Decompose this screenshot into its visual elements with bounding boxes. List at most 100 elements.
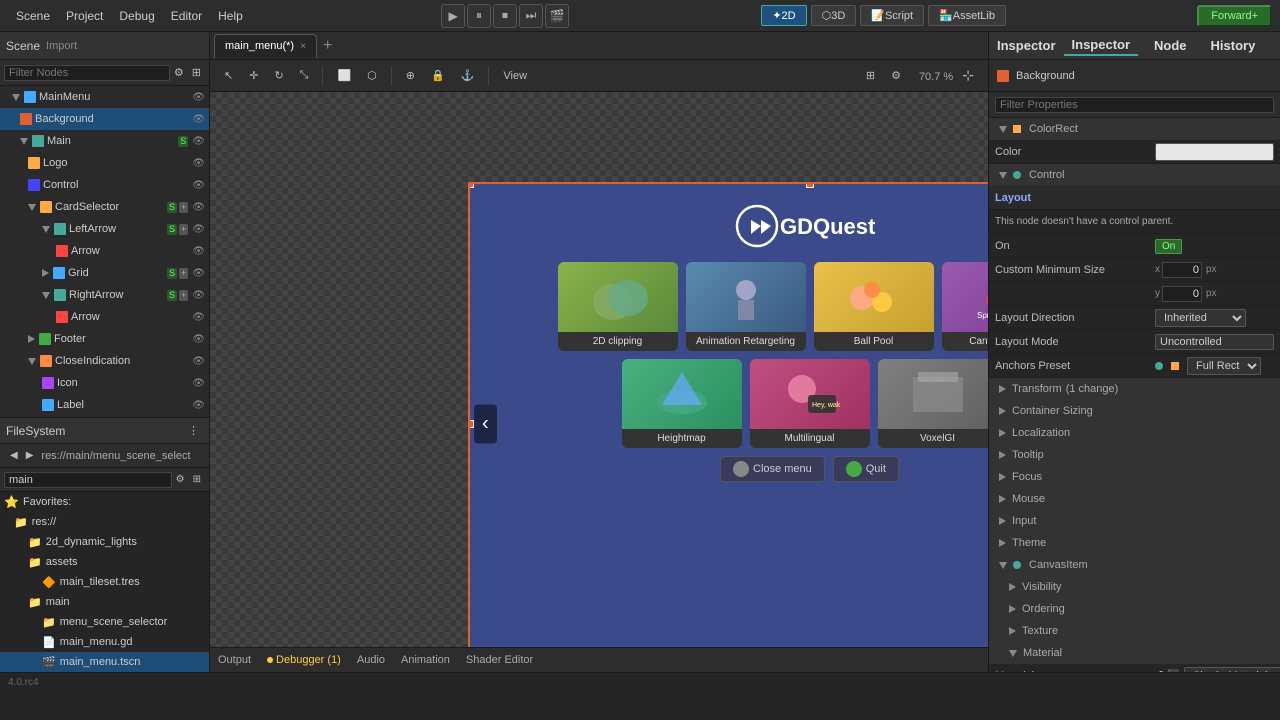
fs-filter-input[interactable] [4, 472, 172, 488]
quit-button[interactable]: Quit [833, 456, 899, 482]
mode-2d[interactable]: ✦2D [761, 5, 806, 26]
mode-assetlib[interactable]: 🏪AssetLib [928, 5, 1006, 26]
tool-move[interactable]: ✛ [243, 67, 264, 84]
min-size-y-input[interactable] [1162, 286, 1202, 302]
section-colorrect[interactable]: ColorRect [989, 118, 1280, 140]
settings-button[interactable]: ⚙ [885, 67, 907, 84]
fs-item-main-tscn[interactable]: 🎬 main_menu.tscn [0, 652, 209, 672]
filter-nodes-input[interactable] [4, 65, 170, 81]
tree-item-cardselector[interactable]: CardSelector S + 👁 [0, 196, 209, 218]
menu-editor[interactable]: Editor [163, 9, 210, 23]
tree-item-rightarrow[interactable]: RightArrow S + 👁 [0, 284, 209, 306]
card-ball-pool[interactable]: Ball Pool [814, 262, 934, 351]
layout-direction-select[interactable]: Inherited Locale Left-to-Right Right-to-… [1155, 309, 1246, 327]
fs-view-toggle[interactable]: ⊞ [189, 472, 205, 487]
tree-item-icon[interactable]: Icon 👁 [0, 372, 209, 394]
tool-lock[interactable]: 🔒 [425, 67, 451, 84]
viewport-canvas[interactable]: GDQuest 2D clipping [210, 92, 988, 647]
tab-debugger[interactable]: Debugger (1) [267, 654, 341, 666]
mode-3d[interactable]: ⬡3D [811, 5, 857, 26]
fs-item-assets[interactable]: 📁 assets [0, 552, 209, 572]
card-multilingual[interactable]: Hey, wake up! Multilingual [750, 359, 870, 448]
tree-item-closeindication[interactable]: CloseIndication 👁 [0, 350, 209, 372]
section-localization[interactable]: Localization [989, 422, 1280, 444]
filter-expand-button[interactable]: ⊞ [188, 64, 205, 81]
tab-main-menu[interactable]: main_menu(*) × [214, 34, 317, 58]
tree-item-quite[interactable]: QuiteIndia... 👁 [0, 416, 209, 417]
tool-pivot[interactable]: ⊕ [400, 67, 421, 84]
section-mouse[interactable]: Mouse [989, 488, 1280, 510]
fs-item-menu-selector[interactable]: 📁 menu_scene_selector [0, 612, 209, 632]
add-tab-button[interactable]: + [317, 37, 338, 55]
fs-item-res[interactable]: 📁 res:// [0, 512, 209, 532]
tree-item-logo[interactable]: Logo 👁 [0, 152, 209, 174]
fs-item-main-gd[interactable]: 📄 main_menu.gd [0, 632, 209, 652]
handle-ml[interactable] [468, 420, 474, 428]
close-menu-button[interactable]: Close menu [720, 456, 825, 482]
section-theme[interactable]: Theme [989, 532, 1280, 554]
tab-audio[interactable]: Audio [357, 654, 385, 666]
tree-item-main[interactable]: Main S 👁 [0, 130, 209, 152]
tab-shader-editor[interactable]: Shader Editor [466, 654, 533, 666]
menu-help[interactable]: Help [210, 9, 251, 23]
play-button[interactable]: ▶ [441, 4, 465, 28]
tree-item-arrow1[interactable]: Arrow 👁 [0, 240, 209, 262]
fs-back-button[interactable]: ◀ [6, 448, 22, 463]
forward-button[interactable]: Forward+ [1197, 5, 1272, 27]
section-focus[interactable]: Focus [989, 466, 1280, 488]
tab-output[interactable]: Output [218, 654, 251, 666]
tree-item-mainmenu[interactable]: MainMenu 👁 [0, 86, 209, 108]
snap-button[interactable]: ⊹ [956, 65, 980, 86]
card-animation[interactable]: Animation Retargeting [686, 262, 806, 351]
fs-menu-button[interactable]: ⋮ [184, 422, 203, 439]
mode-script[interactable]: 📝Script [860, 5, 924, 26]
section-canvasitem[interactable]: CanvasItem [989, 554, 1280, 576]
section-container-sizing[interactable]: Container Sizing [989, 400, 1280, 422]
color-picker[interactable] [1155, 143, 1274, 161]
stop-button[interactable]: ⏹ [493, 4, 517, 28]
tool-anchor[interactable]: ⚓ [455, 67, 481, 84]
insp-tab-history[interactable]: History [1203, 36, 1264, 55]
tool-select[interactable]: ↖ [218, 67, 239, 84]
tree-item-label[interactable]: Label 👁 [0, 394, 209, 416]
card-canvas-group[interactable]: Sprites Only Canvas Group Canvas Group [942, 262, 989, 351]
tree-item-grid[interactable]: Grid S + 👁 [0, 262, 209, 284]
section-visibility[interactable]: Visibility [989, 576, 1280, 598]
layout-button[interactable]: ⊞ [860, 67, 881, 84]
section-ordering[interactable]: Ordering [989, 598, 1280, 620]
handle-tm[interactable] [806, 182, 814, 188]
section-input[interactable]: Input [989, 510, 1280, 532]
section-tooltip[interactable]: Tooltip [989, 444, 1280, 466]
material-select[interactable]: ShaderMaterial [1184, 667, 1280, 673]
fs-item-favorites[interactable]: ⭐ Favorites: [0, 492, 209, 512]
fs-item-2d[interactable]: 📁 2d_dynamic_lights [0, 532, 209, 552]
tool-rotate[interactable]: ↻ [268, 67, 289, 84]
view-button[interactable]: View [497, 68, 533, 84]
section-texture[interactable]: Texture [989, 620, 1280, 642]
tree-item-arrow2[interactable]: Arrow 👁 [0, 306, 209, 328]
handle-tl[interactable] [468, 182, 474, 188]
clip-toggle[interactable]: On [1155, 239, 1182, 254]
card-voxelgi[interactable]: VoxelGI [878, 359, 989, 448]
fs-item-tileset[interactable]: 🔶 main_tileset.tres [0, 572, 209, 592]
menu-scene[interactable]: Scene [8, 9, 58, 23]
tree-item-control[interactable]: Control 👁 [0, 174, 209, 196]
tree-item-leftarrow[interactable]: LeftArrow S + 👁 [0, 218, 209, 240]
pause-button[interactable]: ⏸ [467, 4, 491, 28]
fs-item-main[interactable]: 📁 main [0, 592, 209, 612]
tool-scale[interactable]: ⤡ [294, 67, 315, 84]
anchors-preset-select[interactable]: Full Rect Top Left Center [1187, 357, 1261, 375]
import-button[interactable]: Import [46, 40, 77, 52]
section-control[interactable]: Control [989, 164, 1280, 186]
card-heightmap[interactable]: Heightmap [622, 359, 742, 448]
card-2d-clipping[interactable]: 2D clipping [558, 262, 678, 351]
fs-forward-button[interactable]: ▶ [22, 448, 38, 463]
min-size-x[interactable] [1162, 262, 1202, 278]
tool-rect[interactable]: ⬜ [331, 67, 357, 84]
nav-left-button[interactable]: ‹ [474, 404, 497, 443]
tab-animation[interactable]: Animation [401, 654, 450, 666]
tool-group[interactable]: ⬡ [361, 67, 383, 84]
tab-close-main[interactable]: × [300, 41, 306, 52]
section-transform[interactable]: Transform (1 change) [989, 378, 1280, 400]
insp-tab-node[interactable]: Node [1146, 36, 1195, 55]
